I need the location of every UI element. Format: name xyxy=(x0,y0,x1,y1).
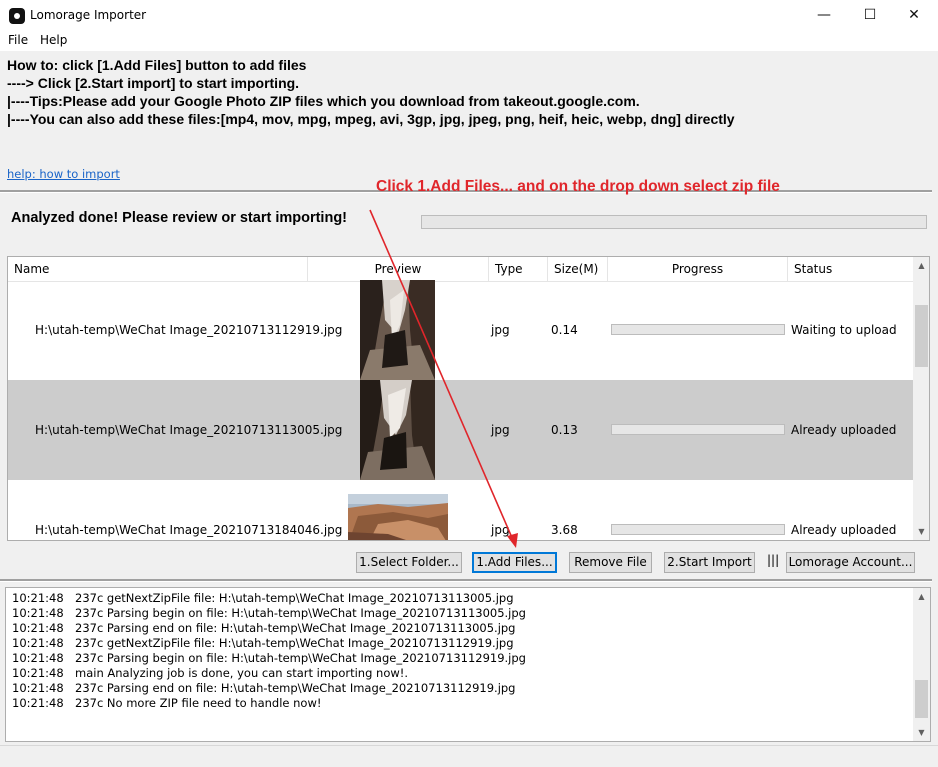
preview-image xyxy=(360,380,435,480)
file-type: jpg xyxy=(491,423,510,437)
column-header-name[interactable]: Name xyxy=(8,257,308,281)
log-line: 10:21:48 237c Parsing begin on file: H:\u… xyxy=(12,651,526,666)
table-scrollbar[interactable]: ▲ ▼ xyxy=(913,257,929,540)
log-line: 10:21:48 237c No more ZIP file need to ha… xyxy=(12,696,321,711)
log-line: 10:21:48 237c getNextZipFile file: H:\uta… xyxy=(12,636,514,651)
window-title: Lomorage Importer xyxy=(30,8,147,22)
file-name: H:\utah-temp\WeChat Image_20210713112919… xyxy=(35,323,343,337)
column-header-progress[interactable]: Progress xyxy=(608,257,788,281)
row-progress-bar xyxy=(611,524,785,535)
log-message: 237c Parsing end on file: H:\utah-temp\W… xyxy=(75,681,516,695)
row-status: Already uploaded xyxy=(791,523,897,537)
file-table: Name Preview Type Size(M) Progress Statu… xyxy=(7,256,930,541)
log-time: 10:21:48 xyxy=(12,681,64,695)
log-time: 10:21:48 xyxy=(12,636,64,650)
status-bar xyxy=(0,745,938,767)
separator xyxy=(0,579,932,582)
instruction-line: |----You can also add these files:[mp4, … xyxy=(7,111,735,127)
log-message: 237c No more ZIP file need to handle now… xyxy=(75,696,322,710)
preview-image xyxy=(360,280,435,380)
log-message: main Analyzing job is done, you can star… xyxy=(75,666,409,680)
column-header-status[interactable]: Status xyxy=(788,257,914,281)
row-status: Already uploaded xyxy=(791,423,897,437)
table-row[interactable]: H:\utah-temp\WeChat Image_20210713184046… xyxy=(8,480,914,540)
instruction-line: How to: click [1.Add Files] button to ad… xyxy=(7,57,307,73)
log-message: 237c getNextZipFile file: H:\utah-temp\W… xyxy=(75,591,514,605)
overall-progress-bar xyxy=(421,215,927,229)
column-header-preview[interactable]: Preview xyxy=(308,257,489,281)
remove-file-button[interactable]: Remove File xyxy=(569,552,652,573)
log-scrollbar[interactable]: ▲ ▼ xyxy=(913,588,930,741)
row-progress-bar xyxy=(611,424,785,435)
scrollbar-thumb[interactable] xyxy=(915,305,928,367)
column-header-size[interactable]: Size(M) xyxy=(548,257,608,281)
app-icon xyxy=(9,8,25,24)
start-import-button[interactable]: 2.Start Import xyxy=(664,552,755,573)
log-line: 10:21:48 237c Parsing end on file: H:\uta… xyxy=(12,681,516,696)
file-size: 0.13 xyxy=(551,423,578,437)
menu-file[interactable]: File xyxy=(8,33,28,47)
log-message: 237c Parsing begin on file: H:\utah-temp… xyxy=(75,651,526,665)
scrollbar-thumb[interactable] xyxy=(915,680,928,718)
file-name: H:\utah-temp\WeChat Image_20210713113005… xyxy=(35,423,343,437)
log-message: 237c Parsing begin on file: H:\utah-temp… xyxy=(75,606,526,620)
menu-help[interactable]: Help xyxy=(40,33,67,47)
log-line: 10:21:48 237c Parsing end on file: H:\uta… xyxy=(12,621,516,636)
table-row[interactable]: H:\utah-temp\WeChat Image_20210713112919… xyxy=(8,280,914,380)
log-panel[interactable]: 10:21:48 237c getNextZipFile file: H:\uta… xyxy=(5,587,931,742)
status-message: Analyzed done! Please review or start im… xyxy=(11,210,347,226)
log-time: 10:21:48 xyxy=(12,591,64,605)
file-type: jpg xyxy=(491,523,510,537)
log-message: 237c Parsing end on file: H:\utah-temp\W… xyxy=(75,621,516,635)
file-size: 0.14 xyxy=(551,323,578,337)
select-folder-button[interactable]: 1.Select Folder... xyxy=(356,552,462,573)
instruction-line: |----Tips:Please add your Google Photo Z… xyxy=(7,93,640,109)
row-progress-bar xyxy=(611,324,785,335)
file-size: 3.68 xyxy=(551,523,578,537)
add-files-button[interactable]: 1.Add Files... xyxy=(472,552,557,573)
minimize-button[interactable]: — xyxy=(801,0,847,31)
menu-bar xyxy=(0,31,938,51)
column-header-type[interactable]: Type xyxy=(489,257,548,281)
scroll-down-arrow-icon[interactable]: ▼ xyxy=(913,724,930,741)
instruction-line: ----> Click [2.Start import] to start im… xyxy=(7,75,300,91)
lomorage-account-button[interactable]: Lomorage Account... xyxy=(786,552,915,573)
file-name: H:\utah-temp\WeChat Image_20210713184046… xyxy=(35,523,343,537)
scroll-up-arrow-icon[interactable]: ▲ xyxy=(913,588,930,605)
log-line: 10:21:48 237c Parsing begin on file: H:\u… xyxy=(12,606,526,621)
log-time: 10:21:48 xyxy=(12,651,64,665)
table-header: Name Preview Type Size(M) Progress Statu… xyxy=(8,257,914,282)
file-type: jpg xyxy=(491,323,510,337)
annotation-text: Click 1.Add Files... and on the drop dow… xyxy=(376,178,780,195)
log-time: 10:21:48 xyxy=(12,696,64,710)
log-time: 10:21:48 xyxy=(12,666,64,680)
log-message: 237c getNextZipFile file: H:\utah-temp\W… xyxy=(75,636,514,650)
maximize-button[interactable]: ☐ xyxy=(847,0,893,31)
divider-glyph: ||| xyxy=(767,553,780,567)
scroll-down-arrow-icon[interactable]: ▼ xyxy=(913,523,929,540)
log-time: 10:21:48 xyxy=(12,606,64,620)
help-link[interactable]: help: how to import xyxy=(7,167,120,181)
log-time: 10:21:48 xyxy=(12,621,64,635)
log-line: 10:21:48 main Analyzing job is done, you … xyxy=(12,666,408,681)
row-status: Waiting to upload xyxy=(791,323,897,337)
preview-image xyxy=(348,494,448,540)
close-button[interactable]: ✕ xyxy=(891,0,937,31)
log-line: 10:21:48 237c getNextZipFile file: H:\uta… xyxy=(12,591,514,606)
scroll-up-arrow-icon[interactable]: ▲ xyxy=(913,257,929,274)
table-row[interactable]: H:\utah-temp\WeChat Image_20210713113005… xyxy=(8,380,914,480)
